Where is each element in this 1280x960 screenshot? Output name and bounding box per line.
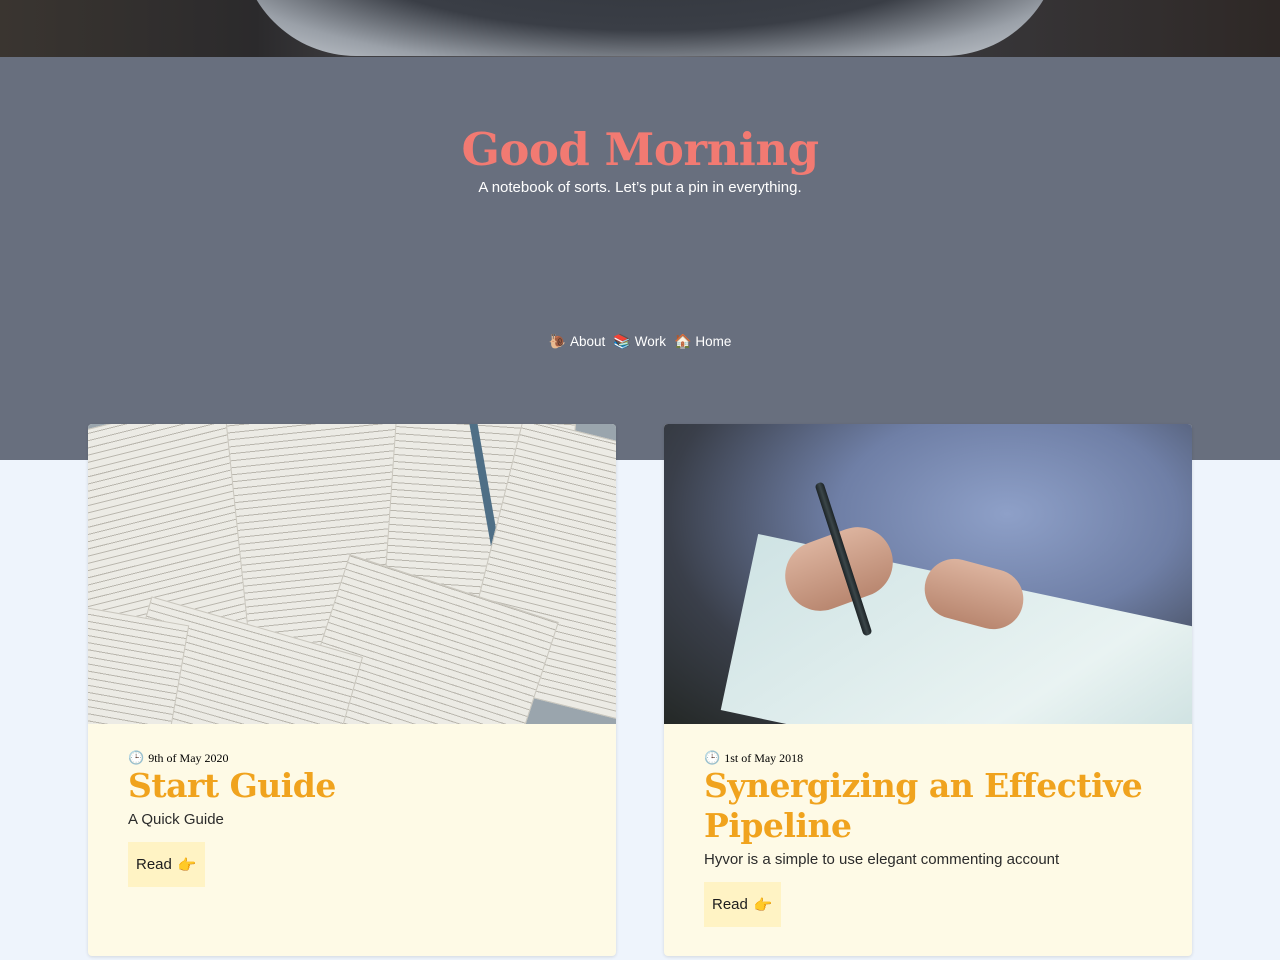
read-label: Read [712, 896, 748, 913]
post-title[interactable]: Synergizing an Effective Pipeline [704, 766, 1164, 846]
post-date-text: 1st of May 2018 [724, 750, 804, 765]
books-icon: 📚 [613, 333, 631, 349]
header-cover-photo [0, 0, 1280, 57]
nav-item-about[interactable]: 🐌 About [549, 333, 606, 350]
read-button[interactable]: Read 👉 [704, 882, 781, 927]
open-books-photo[interactable] [88, 424, 616, 724]
book-page [88, 604, 190, 724]
coffee-cup-shape [240, 0, 1060, 56]
pointing-hand-icon: 👉 [177, 856, 197, 874]
site-title: Good Morning [461, 123, 819, 176]
post-body: 🕒 9th of May 2020 Start Guide A Quick Gu… [128, 750, 588, 887]
clock-icon: 🕒 [128, 750, 145, 765]
post-card: 🕒 9th of May 2020 Start Guide A Quick Gu… [88, 424, 616, 956]
post-date-text: 9th of May 2020 [148, 750, 229, 765]
site-subtitle: A notebook of sorts. Let’s put a pin in … [478, 179, 802, 196]
house-icon: 🏠 [673, 333, 692, 349]
hero-section: Good Morning A notebook of sorts. Let’s … [0, 57, 1280, 460]
writing-hand-photo[interactable] [664, 424, 1192, 724]
post-body: 🕒 1st of May 2018 Synergizing an Effecti… [704, 750, 1164, 927]
nav-item-home[interactable]: 🏠 Home [674, 333, 731, 350]
pointing-hand-icon: 👉 [753, 896, 773, 914]
post-title[interactable]: Start Guide [128, 766, 588, 806]
post-date: 🕒 9th of May 2020 [128, 750, 588, 766]
post-description: Hyvor is a simple to use elegant comment… [704, 851, 1060, 868]
clock-icon: 🕒 [704, 750, 721, 765]
nav-label: Work [634, 334, 666, 349]
post-description: A Quick Guide [128, 811, 224, 828]
nav-label: About [570, 334, 606, 349]
snail-icon: 🐌 [548, 333, 566, 349]
post-date: 🕒 1st of May 2018 [704, 750, 1164, 766]
main-nav: 🐌 About 📚 Work 🏠 Home [0, 333, 1280, 350]
read-label: Read [136, 856, 172, 873]
post-card: 🕒 1st of May 2018 Synergizing an Effecti… [664, 424, 1192, 956]
nav-item-work[interactable]: 📚 Work [613, 333, 666, 350]
nav-label: Home [695, 334, 732, 349]
read-button[interactable]: Read 👉 [128, 842, 205, 887]
